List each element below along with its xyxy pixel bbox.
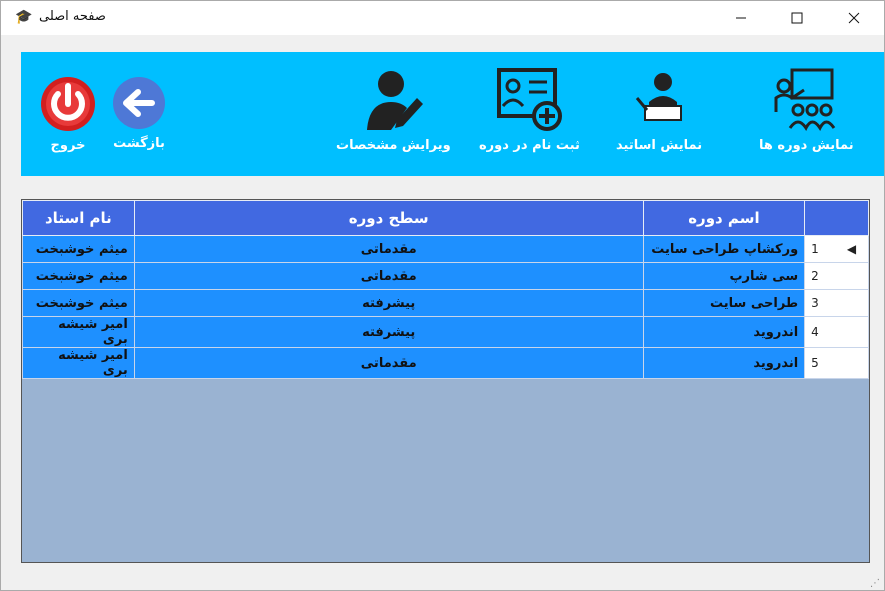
back-label: بازگشت	[113, 136, 165, 151]
power-icon	[41, 77, 95, 131]
course-level-cell[interactable]: مقدماتی	[133, 262, 644, 290]
teacher-name-cell[interactable]: امیر شیشه بری	[22, 316, 135, 348]
window-title: صفحه اصلی	[39, 9, 106, 24]
teacher-name-cell[interactable]: میثم خوشبخت	[22, 289, 135, 317]
show-teachers-button[interactable]: نمایش اساتید	[616, 68, 702, 153]
course-name-cell[interactable]: طراحی سایت	[642, 289, 806, 317]
course-level-cell[interactable]: مقدماتی	[133, 235, 644, 263]
table-row[interactable]: 4 اندروید پیشرفته امیر شیشه بری	[22, 316, 869, 348]
show-courses-button[interactable]: نمایش دوره ها	[759, 68, 854, 153]
current-row-icon: ◀	[846, 242, 857, 256]
register-course-button[interactable]: ثبت نام در دوره	[479, 68, 580, 153]
row-number: 1	[811, 242, 819, 256]
register-card-icon	[497, 68, 563, 131]
maximize-button[interactable]	[774, 1, 820, 35]
course-name-cell[interactable]: سی شارپ	[642, 262, 806, 290]
main-window: 🎓 صفحه اصلی نمایش دوره ها نمایش اساتید ث…	[0, 0, 885, 591]
course-name-cell[interactable]: اندروید	[642, 316, 806, 348]
row-number-cell[interactable]: 4	[804, 316, 869, 348]
teacher-name-cell[interactable]: امیر شیشه بری	[22, 347, 135, 379]
title-bar: 🎓 صفحه اصلی	[1, 1, 884, 35]
resize-grip-icon[interactable]: ⋰	[870, 578, 880, 589]
course-level-cell[interactable]: پیشرفته	[133, 316, 644, 348]
table-row[interactable]: 1 ◀ ورکشاپ طراحی سایت مقدماتی میثم خوشبخت	[22, 235, 869, 263]
teacher-name-cell[interactable]: میثم خوشبخت	[22, 235, 135, 263]
column-header-level[interactable]: سطح دوره	[133, 200, 644, 236]
teacher-icon	[635, 73, 683, 121]
courses-table: اسم دوره سطح دوره نام استاد 1 ◀ ورکشاپ طر…	[22, 200, 869, 379]
graduation-cap-icon: 🎓	[15, 9, 33, 25]
teacher-name-cell[interactable]: میثم خوشبخت	[22, 262, 135, 290]
column-header-teacher[interactable]: نام استاد	[22, 200, 135, 236]
row-number-cell[interactable]: 1 ◀	[804, 235, 869, 263]
course-name-cell[interactable]: ورکشاپ طراحی سایت	[642, 235, 806, 263]
back-button[interactable]: بازگشت	[112, 76, 166, 151]
course-level-cell[interactable]: پیشرفته	[133, 289, 644, 317]
edit-profile-label: ویرایش مشخصات	[336, 138, 451, 153]
close-button[interactable]	[831, 1, 877, 35]
exit-button[interactable]: خروج	[40, 76, 96, 153]
row-number-cell[interactable]: 2	[804, 262, 869, 290]
table-header-row: اسم دوره سطح دوره نام استاد	[22, 200, 869, 236]
table-row[interactable]: 5 اندروید مقدماتی امیر شیشه بری	[22, 347, 869, 379]
back-arrow-icon	[113, 77, 165, 129]
status-bar: ⋰	[1, 566, 884, 590]
course-name-cell[interactable]: اندروید	[642, 347, 806, 379]
edit-profile-button[interactable]: ویرایش مشخصات	[336, 68, 451, 153]
show-teachers-label: نمایش اساتید	[616, 138, 703, 153]
edit-user-icon	[367, 71, 424, 130]
column-header-name[interactable]: اسم دوره	[642, 200, 806, 236]
row-header-corner	[804, 200, 869, 236]
show-courses-label: نمایش دوره ها	[759, 138, 854, 153]
row-number-cell[interactable]: 3	[804, 289, 869, 317]
table-row[interactable]: 2 سی شارپ مقدماتی میثم خوشبخت	[22, 262, 869, 290]
exit-label: خروج	[50, 138, 86, 153]
minimize-button[interactable]	[718, 1, 764, 35]
courses-grid[interactable]: اسم دوره سطح دوره نام استاد 1 ◀ ورکشاپ طر…	[21, 199, 870, 563]
classroom-icon	[774, 68, 836, 131]
toolbar: نمایش دوره ها نمایش اساتید ثبت نام در دو…	[21, 52, 884, 176]
row-number-cell[interactable]: 5	[804, 347, 869, 379]
course-level-cell[interactable]: مقدماتی	[133, 347, 644, 379]
table-row[interactable]: 3 طراحی سایت پیشرفته میثم خوشبخت	[22, 289, 869, 317]
register-course-label: ثبت نام در دوره	[479, 138, 580, 153]
